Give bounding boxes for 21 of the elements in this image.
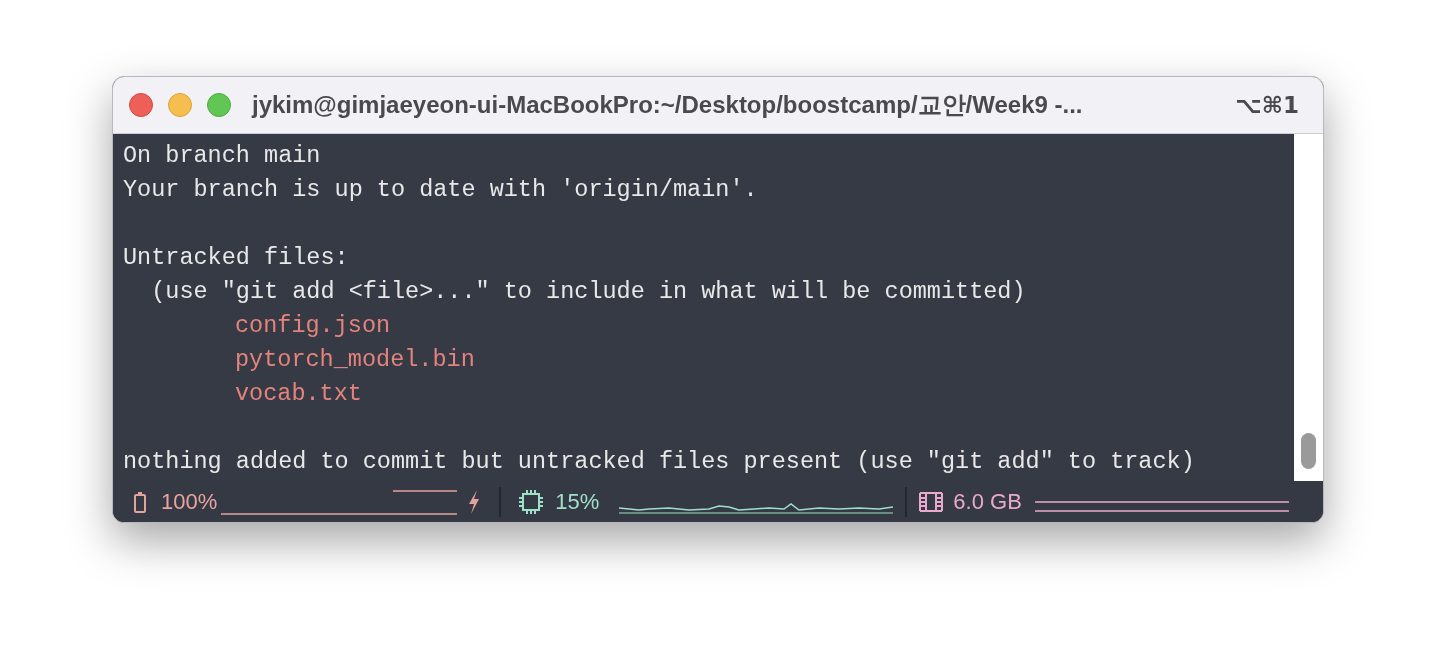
window-title: jykim@gimjaeyeon-ui-MacBookPro:~/Desktop/boostcamp/교안/Week9 -... [252,90,1084,120]
memory-icon [919,491,944,512]
scrollbar[interactable] [1294,134,1323,481]
terminal-line: Untracked files: [123,243,349,273]
battery-icon [133,490,147,513]
terminal-line: (use "git add <file>..." to include in what will be committed) [150,277,1026,307]
terminal-line: On branch main [123,141,321,171]
shortcut-label: ⌥⌘1 [1235,90,1299,120]
terminal-line: Your branch is up to date with 'origin/main'. [123,175,758,205]
chip-icon [519,489,544,514]
minimize-button[interactable] [168,93,192,117]
zoom-button[interactable] [207,93,231,117]
memory-reading: 6.0 GB [953,488,1022,516]
untracked-file: config.json [235,311,391,341]
battery-reading: 100% [161,488,218,516]
untracked-file: pytorch_model.bin [235,345,475,375]
terminal-line: nothing added to commit but untracked files present (use "git add" to track) [123,447,1195,477]
scrollbar-thumb[interactable] [1301,433,1316,469]
close-button[interactable] [129,93,153,117]
untracked-file: vocab.txt [235,379,362,409]
cpu-reading: 15% [555,488,600,516]
